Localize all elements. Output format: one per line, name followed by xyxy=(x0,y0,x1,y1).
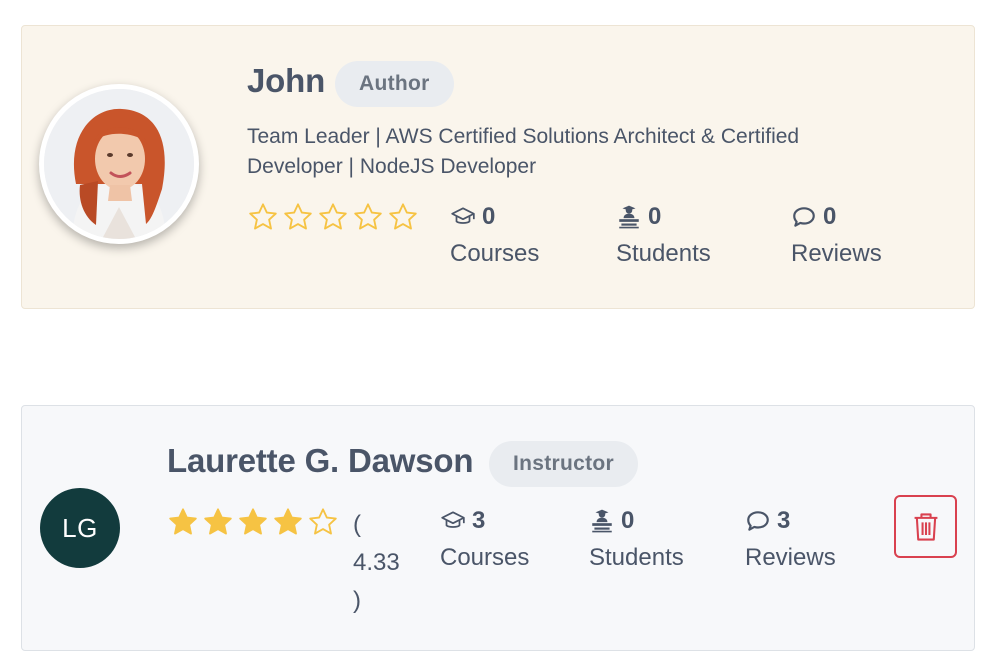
student-desk-icon xyxy=(619,205,639,229)
star-filled-icon xyxy=(239,508,267,535)
author-stat-reviews: 0 Reviews xyxy=(791,202,882,268)
star-empty-icon xyxy=(284,203,312,230)
instructor-courses-label: Courses xyxy=(440,544,530,571)
star-filled-icon xyxy=(169,508,197,535)
star-empty-icon xyxy=(319,203,347,230)
comment-icon xyxy=(793,207,815,227)
star-filled-icon xyxy=(204,508,232,535)
author-reviews-count: 0 xyxy=(823,203,837,230)
instructor-courses-count: 3 xyxy=(472,507,486,534)
author-students-label: Students xyxy=(616,240,711,267)
star-empty-icon xyxy=(309,508,337,535)
student-desk-icon xyxy=(592,509,612,533)
author-courses-label: Courses xyxy=(450,240,540,267)
author-photo xyxy=(39,84,199,244)
star-empty-icon xyxy=(354,203,382,230)
instructor-stat-students: 0 Students xyxy=(589,506,684,572)
instructor-reviews-count: 3 xyxy=(777,507,791,534)
instructor-students-label: Students xyxy=(589,544,684,571)
instructor-rating-stars xyxy=(167,506,339,538)
author-courses-count: 0 xyxy=(482,203,496,230)
trash-icon xyxy=(914,512,937,541)
author-stat-students: 0 Students xyxy=(616,202,711,268)
delete-instructor-button[interactable] xyxy=(894,495,957,558)
comment-icon xyxy=(747,511,769,531)
author-name: John xyxy=(247,62,326,99)
instructor-reviews-label: Reviews xyxy=(745,544,836,571)
instructor-students-count: 0 xyxy=(621,507,635,534)
instructor-stat-courses: 3 Courses xyxy=(440,506,529,572)
instructor-stat-reviews: 3 Reviews xyxy=(745,506,836,572)
instructor-role-badge: Instructor xyxy=(489,441,639,487)
instructor-card: LG Laurette G. Dawson Instructor ( 4.33 … xyxy=(21,405,975,651)
instructor-rating-value: ( 4.33 ) xyxy=(353,511,400,614)
star-empty-icon xyxy=(249,203,277,230)
author-headline: Team Leader | AWS Certified Solutions Ar… xyxy=(247,125,800,178)
author-rating-stars xyxy=(247,201,419,233)
author-stat-courses: 0 Courses xyxy=(450,202,539,268)
author-photo-image xyxy=(44,89,194,239)
author-role-badge: Author xyxy=(335,61,454,107)
instructor-avatar: LG xyxy=(40,488,120,568)
author-students-count: 0 xyxy=(648,203,662,230)
star-filled-icon xyxy=(274,508,302,535)
author-card: John Author Team Leader | AWS Certified … xyxy=(21,25,975,309)
graduation-cap-icon xyxy=(441,511,465,528)
author-reviews-label: Reviews xyxy=(791,240,882,267)
instructor-name: Laurette G. Dawson xyxy=(167,442,474,479)
star-empty-icon xyxy=(389,203,417,230)
graduation-cap-icon xyxy=(451,207,475,224)
